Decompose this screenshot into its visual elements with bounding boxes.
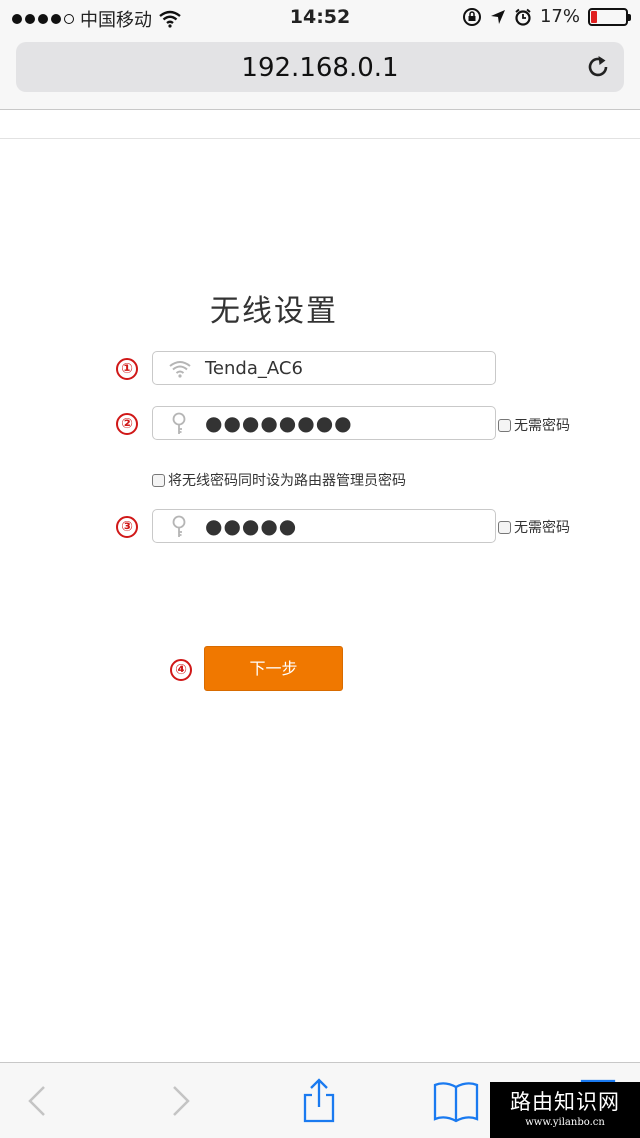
alarm-icon [515,8,531,26]
step-marker-1: ① [116,358,138,380]
admin-no-password-label: 无需密码 [514,520,570,536]
admin-password-input[interactable]: ●●●●● [152,509,496,543]
status-right: 17% [462,6,631,27]
wifi-password-value: ●●●●●●●● [205,411,353,435]
watermark-logo: 路由知识网 www.yilanbo.cn [490,1082,640,1138]
admin-no-password-checkbox[interactable]: 无需密码 [498,517,570,537]
admin-password-value: ●●●●● [205,514,298,538]
no-password-label: 无需密码 [514,418,570,434]
page-title: 无线设置 [210,294,338,329]
reload-icon[interactable] [584,53,612,81]
rotation-lock-icon [462,7,481,26]
back-icon[interactable] [14,1077,62,1125]
forward-icon[interactable] [156,1077,204,1125]
sync-admin-password-label: 将无线密码同时设为路由器管理员密码 [168,473,406,489]
step-marker-3: ③ [116,516,138,538]
battery-icon [588,7,631,26]
battery-percent: 17% [539,6,580,27]
watermark-text: 路由知识网 [510,1090,620,1114]
sync-admin-password-checkbox[interactable]: 将无线密码同时设为路由器管理员密码 [152,470,406,490]
step-marker-2: ② [116,413,138,435]
ssid-value: Tenda_AC6 [205,358,303,379]
key-icon [172,412,186,434]
bookmarks-icon[interactable] [432,1077,480,1125]
wifi-password-input[interactable]: ●●●●●●●● [152,406,496,440]
location-arrow-icon [490,9,505,24]
ssid-input[interactable]: Tenda_AC6 [152,351,496,385]
checkbox-box[interactable] [498,520,511,534]
share-icon[interactable] [295,1077,343,1125]
watermark-url: www.yilanbo.cn [525,1117,605,1128]
no-password-checkbox[interactable]: 无需密码 [498,415,570,435]
wifi-icon [169,361,191,378]
step-marker-4: ④ [170,659,192,681]
browser-top-bar: 192.168.0.1 [0,36,640,110]
checkbox-box[interactable] [152,473,165,487]
status-bar: 中国移动 14:52 17% [0,0,640,36]
url-text[interactable]: 192.168.0.1 [16,53,624,83]
key-icon [172,515,186,537]
checkbox-box[interactable] [498,418,511,432]
battery-level-fill [591,10,597,23]
address-bar[interactable]: 192.168.0.1 [16,42,624,92]
next-button[interactable]: 下一步 [204,646,343,691]
page-divider [0,138,640,139]
